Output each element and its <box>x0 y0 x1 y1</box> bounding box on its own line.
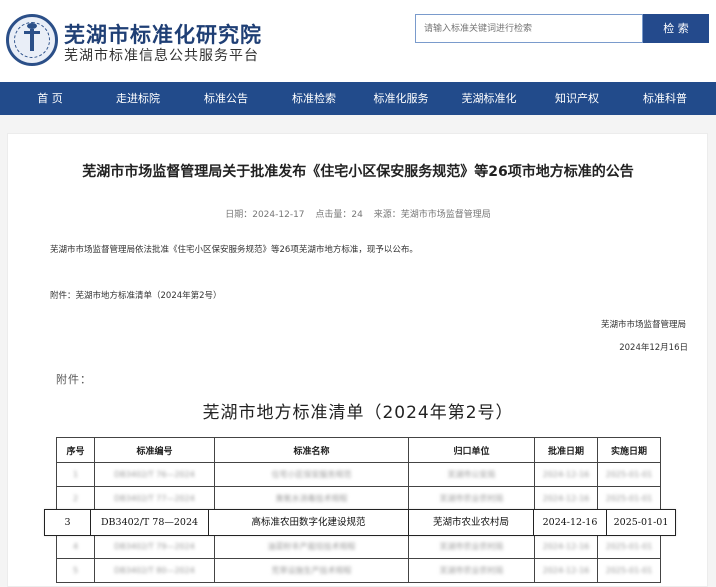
table-cell: 油菜籽丰产栽培技术规程 <box>214 534 409 559</box>
nav-item-about[interactable]: 走进标院 <box>93 82 183 115</box>
nav-item-wuhu-standardization[interactable]: 芜湖标准化 <box>444 82 534 115</box>
issuer-name: 芜湖市市场监督管理局 <box>600 320 686 330</box>
highlighted-cell-seq: 3 <box>45 510 91 535</box>
highlighted-table-row[interactable]: 3 DB3402/T 78—2024 高标准农田数字化建设规范 芜湖市农业农村局… <box>44 509 676 536</box>
table-cell: DB3402/T 79—2024 <box>94 534 215 559</box>
attachment-link[interactable]: 附件：芜湖市地方标准清单（2024年第2号） <box>50 289 222 301</box>
table-cell: 2025-01-01 <box>597 486 661 511</box>
search-button[interactable]: 检 索 <box>643 14 709 43</box>
table-cell: DB3402/T 80—2024 <box>94 558 215 583</box>
highlighted-cell-name: 高标准农田数字化建设规范 <box>209 510 409 535</box>
table-cell: 臭氧水消毒技术规程 <box>214 486 409 511</box>
table-cell: 2024-12-16 <box>534 534 598 559</box>
issue-date: 2024年12月16日 <box>619 343 688 353</box>
table-row: 4 DB3402/T 79—2024 油菜籽丰产栽培技术规程 芜湖市农业农村局 … <box>56 534 661 559</box>
meta-date: 日期：2024-12-17 <box>225 210 305 220</box>
header-effective-date: 实施日期 <box>597 437 661 463</box>
header-code: 标准编号 <box>94 437 215 463</box>
table-cell: 5 <box>56 558 95 583</box>
site-header: 芜湖市标准化研究院 芜湖市标准信息公共服务平台 检 索 <box>0 0 716 82</box>
article-meta: 日期：2024-12-17 点击量：24 来源：芜湖市市场监督管理局 <box>0 207 716 220</box>
table-cell: 2024-12-16 <box>534 558 598 583</box>
table-cell: 芜湖市农业农村局 <box>408 558 535 583</box>
institute-logo-icon[interactable] <box>6 14 58 66</box>
meta-hits: 点击量：24 <box>315 210 363 220</box>
header-unit: 归口单位 <box>408 437 535 463</box>
search-input[interactable] <box>415 14 643 43</box>
table-row: 1 DB3402/T 76—2024 住宅小区保安服务规范 芜湖市公安局 202… <box>56 462 661 487</box>
table-cell: 2 <box>56 486 95 511</box>
attachment-label: 附件： <box>56 373 92 386</box>
header-seq: 序号 <box>56 437 95 463</box>
highlighted-cell-effective-date: 2025-01-01 <box>613 517 669 528</box>
nav-item-announcements[interactable]: 标准公告 <box>181 82 271 115</box>
header-approve-date: 批准日期 <box>534 437 598 463</box>
nav-item-ip[interactable]: 知识产权 <box>532 82 622 115</box>
highlighted-cell-unit: 芜湖市农业农村局 <box>409 510 534 535</box>
standards-list-title: 芜湖市地方标准清单（2024年第2号） <box>202 403 514 423</box>
nav-item-home[interactable]: 首 页 <box>5 82 95 115</box>
article-title: 芜湖市市场监督管理局关于批准发布《住宅小区保安服务规范》等26项市地方标准的公告 <box>82 164 634 180</box>
main-nav: 首 页 走进标院 标准公告 标准检索 标准化服务 芜湖标准化 知识产权 标准科普 <box>0 82 716 115</box>
table-cell: 荒草设施生产技术规程 <box>214 558 409 583</box>
table-cell: 4 <box>56 534 95 559</box>
table-cell: 2024-12-16 <box>534 462 598 487</box>
table-cell: 1 <box>56 462 95 487</box>
table-header-row: 序号 标准编号 标准名称 归口单位 批准日期 实施日期 <box>56 437 661 463</box>
highlighted-cell-code: DB3402/T 78—2024 <box>91 510 209 535</box>
article-paragraph: 芜湖市市场监督管理局依法批准《住宅小区保安服务规范》等26项芜湖市地方标准，现予… <box>50 245 418 255</box>
nav-item-services[interactable]: 标准化服务 <box>356 82 446 115</box>
nav-item-science[interactable]: 标准科普 <box>620 82 710 115</box>
table-row: 5 DB3402/T 80—2024 荒草设施生产技术规程 芜湖市农业农村局 2… <box>56 558 661 583</box>
table-cell: 住宅小区保安服务规范 <box>214 462 409 487</box>
highlighted-cell-approve-date: 2024-12-16 <box>534 510 607 535</box>
table-cell: 2025-01-01 <box>597 462 661 487</box>
header-name: 标准名称 <box>214 437 409 463</box>
table-cell: 2024-12-16 <box>534 486 598 511</box>
meta-source: 来源：芜湖市市场监督管理局 <box>373 210 491 220</box>
table-cell: 芜湖市农业农村局 <box>408 486 535 511</box>
logo-figure <box>24 23 40 51</box>
table-cell: 2025-01-01 <box>597 558 661 583</box>
site-subtitle: 芜湖市标准信息公共服务平台 <box>64 48 259 64</box>
table-cell: 芜湖市公安局 <box>408 462 535 487</box>
table-row: 2 DB3402/T 77—2024 臭氧水消毒技术规程 芜湖市农业农村局 20… <box>56 486 661 511</box>
table-cell: DB3402/T 77—2024 <box>94 486 215 511</box>
table-cell: 芜湖市农业农村局 <box>408 534 535 559</box>
table-cell: 2025-01-01 <box>597 534 661 559</box>
table-cell: DB3402/T 76—2024 <box>94 462 215 487</box>
nav-item-standard-search[interactable]: 标准检索 <box>269 82 359 115</box>
